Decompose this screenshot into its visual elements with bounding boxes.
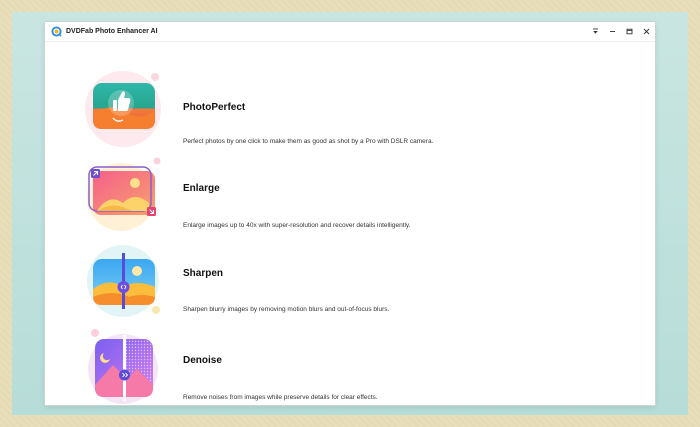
maximize-icon[interactable] xyxy=(621,22,638,42)
window-controls xyxy=(587,22,655,42)
app-window: DVDFab Photo Enhancer AI PhotoPerfect Pe… xyxy=(45,22,655,405)
feature-description: Enlarge images up to 40x with super-reso… xyxy=(183,222,411,229)
thumbs-up-photo-icon xyxy=(85,71,161,147)
feature-description: Sharpen blurry images by removing motion… xyxy=(183,306,390,313)
feature-photoperfect[interactable]: PhotoPerfect Perfect photos by one click… xyxy=(45,68,655,154)
feature-denoise[interactable]: Denoise Remove noises from images while … xyxy=(45,325,655,411)
sharpen-photo-icon xyxy=(87,245,160,317)
denoise-photo-icon xyxy=(88,329,158,404)
app-title: DVDFab Photo Enhancer AI xyxy=(66,28,158,35)
feature-title: Sharpen xyxy=(183,268,224,279)
feature-title: PhotoPerfect xyxy=(183,102,246,113)
enlarge-photo-icon xyxy=(87,157,161,231)
feature-sharpen[interactable]: Sharpen Sharpen blurry images by removin… xyxy=(45,239,655,325)
close-icon[interactable] xyxy=(638,22,655,42)
feature-description: Perfect photos by one click to make them… xyxy=(183,138,434,145)
feature-title: Denoise xyxy=(183,355,222,366)
feature-title: Enlarge xyxy=(183,183,220,194)
minimize-icon[interactable] xyxy=(604,22,621,42)
app-logo-icon xyxy=(51,26,62,37)
feature-enlarge[interactable]: Enlarge Enlarge images up to 40x with su… xyxy=(45,153,655,239)
menu-down-icon[interactable] xyxy=(587,22,604,42)
title-bar: DVDFab Photo Enhancer AI xyxy=(45,22,655,42)
feature-description: Remove noises from images while preserve… xyxy=(183,394,378,401)
